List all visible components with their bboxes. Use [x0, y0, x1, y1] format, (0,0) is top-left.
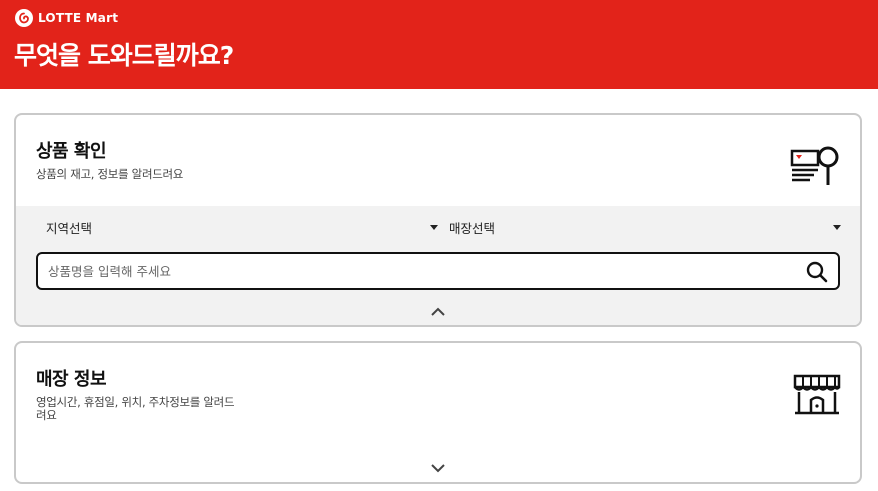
- chevron-down-icon[interactable]: [430, 458, 446, 473]
- product-search-icon: [790, 145, 842, 193]
- lotte-logo-icon: [15, 9, 33, 27]
- brand-name: LOTTE Mart: [38, 11, 119, 25]
- store-select[interactable]: 매장선택: [449, 216, 841, 238]
- store-card-description: 영업시간, 휴점일, 위치, 주차정보를 알려드려요: [36, 395, 235, 422]
- product-search-input[interactable]: [48, 261, 788, 281]
- header-banner: LOTTE Mart 무엇을 도와드릴까요?: [0, 0, 878, 89]
- page-title: 무엇을 도와드릴까요?: [14, 41, 234, 70]
- caret-down-icon: [430, 225, 438, 230]
- product-check-card: 상품 확인 상품의 재고, 정보를 알려드려요 지역선택 매장선택: [14, 113, 862, 327]
- region-select-label: 지역선택: [46, 220, 93, 236]
- lotte-mart-logo[interactable]: LOTTE Mart: [15, 9, 118, 27]
- product-card-description: 상품의 재고, 정보를 알려드려요: [36, 167, 184, 181]
- store-select-label: 매장선택: [449, 220, 496, 236]
- store-card-title: 매장 정보: [36, 369, 107, 390]
- product-card-title: 상품 확인: [36, 141, 107, 162]
- caret-down-icon: [833, 225, 841, 230]
- chevron-up-icon[interactable]: [430, 302, 446, 316]
- product-filter-area: 지역선택 매장선택: [16, 206, 860, 325]
- store-info-card[interactable]: 매장 정보 영업시간, 휴점일, 위치, 주차정보를 알려드려요: [14, 341, 862, 484]
- store-icon: [792, 373, 842, 419]
- region-select[interactable]: 지역선택: [46, 216, 438, 238]
- product-search-box: [36, 252, 840, 290]
- search-icon[interactable]: [806, 261, 828, 283]
